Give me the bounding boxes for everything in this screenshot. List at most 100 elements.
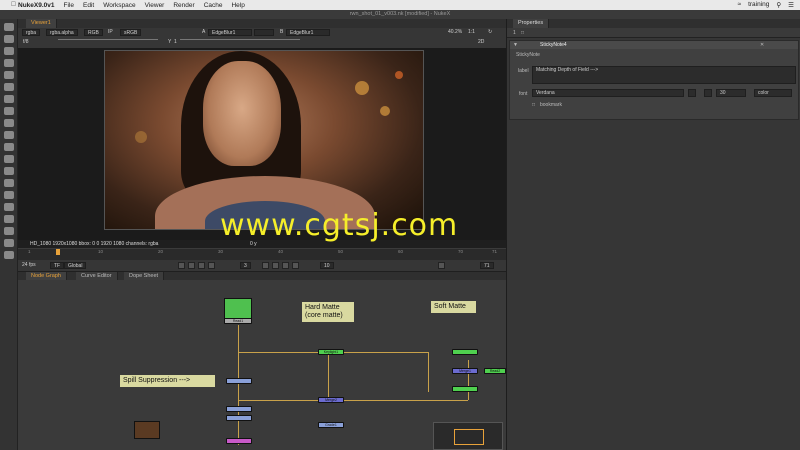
next-frame-button[interactable] — [272, 262, 279, 269]
node-graph-minimap[interactable] — [433, 422, 503, 450]
refresh-icon[interactable]: ↻ — [488, 29, 492, 36]
keyer-tool-icon[interactable] — [3, 95, 14, 103]
3d-tool-icon[interactable] — [3, 131, 14, 139]
apple-icon[interactable]:  — [11, 1, 16, 8]
user-name[interactable]: training — [748, 1, 769, 9]
fps-field[interactable]: 24 fps — [22, 262, 36, 269]
time-tool-icon[interactable] — [3, 47, 14, 55]
end-frame-field[interactable]: 71 — [480, 262, 494, 269]
grade-node[interactable]: Grade1 — [318, 422, 344, 428]
alpha-select[interactable]: rgba.alpha — [46, 29, 78, 36]
section-tab[interactable]: StickyNote — [516, 52, 540, 58]
display-select[interactable]: RGB — [84, 29, 103, 36]
keyer-node[interactable] — [452, 349, 478, 355]
font-select[interactable]: Verdana — [532, 89, 684, 97]
color-node-3[interactable] — [226, 415, 252, 421]
app-name[interactable]: NukeX9.0v1 — [18, 2, 55, 9]
merge-tool-icon[interactable] — [3, 107, 14, 115]
node-name-field[interactable]: StickyNote4 — [540, 42, 567, 48]
range-select[interactable]: Global — [64, 262, 87, 269]
b-input-select[interactable]: EdgeBlur1 — [286, 29, 330, 36]
node-count[interactable]: 1 — [513, 30, 516, 36]
read-node-2[interactable]: Read2 — [484, 368, 506, 374]
menu-file[interactable]: File — [64, 2, 74, 9]
color-button[interactable]: color — [754, 89, 792, 97]
italic-icon[interactable] — [704, 89, 712, 97]
sticky-note-hard-matte[interactable]: Hard Matte (core matte) — [302, 302, 354, 322]
menu-help[interactable]: Help — [231, 2, 244, 9]
playhead[interactable] — [56, 249, 60, 255]
bold-icon[interactable] — [688, 89, 696, 97]
tab-viewer1[interactable]: Viewer1 — [26, 19, 57, 28]
shuffle-node[interactable] — [226, 438, 252, 444]
y-value[interactable]: 1 — [174, 39, 177, 46]
first-frame-button[interactable] — [178, 262, 185, 269]
keyer-node-2[interactable] — [452, 386, 478, 392]
color-node-2[interactable] — [226, 406, 252, 412]
gain-slider[interactable] — [58, 39, 158, 40]
read-node-thumbnail[interactable] — [224, 298, 252, 320]
a-input-select[interactable]: EdgeBlur1 — [208, 29, 252, 36]
frame-counter[interactable]: f/8 — [23, 39, 29, 46]
plugins-tool-icon[interactable] — [3, 239, 14, 247]
view-mode-select[interactable]: 2D — [478, 39, 484, 46]
gear-icon[interactable] — [3, 227, 14, 235]
timeline[interactable]: 1 10 20 30 40 50 60 70 71 — [18, 248, 506, 260]
last-frame-button[interactable] — [292, 262, 299, 269]
menu-viewer[interactable]: Viewer — [145, 2, 165, 9]
menu-cache[interactable]: Cache — [204, 2, 223, 9]
zoom-ratio[interactable]: 1:1 — [468, 29, 475, 36]
merge-node[interactable]: Merge1 — [452, 368, 478, 374]
prev-frame-button[interactable] — [198, 262, 205, 269]
step-field[interactable]: 10 — [320, 262, 334, 269]
transform-tool-icon[interactable] — [3, 119, 14, 127]
zoom-level[interactable]: 40.2% — [448, 29, 462, 36]
menu-edit[interactable]: Edit — [83, 2, 94, 9]
other-tool-icon[interactable] — [3, 179, 14, 187]
lut-select[interactable]: sRGB — [120, 29, 142, 36]
list-icon[interactable]: ☰ — [788, 1, 794, 9]
play-reverse-button[interactable] — [208, 262, 215, 269]
prev-keyframe-button[interactable] — [188, 262, 195, 269]
flipbook-button[interactable] — [438, 262, 445, 269]
read-node-thumbnail-2[interactable] — [134, 421, 160, 439]
filter-tool-icon[interactable] — [3, 83, 14, 91]
image-tool-icon[interactable] — [3, 23, 14, 31]
read-node[interactable]: Read1 — [224, 318, 252, 324]
search-icon[interactable]: ⚲ — [776, 1, 781, 9]
deep-tool-icon[interactable] — [3, 215, 14, 223]
help-tool-icon[interactable] — [3, 251, 14, 259]
font-size-field[interactable]: 30 — [716, 89, 746, 97]
collapse-icon[interactable]: ▼ — [513, 42, 518, 48]
minimap-viewport[interactable] — [454, 429, 484, 445]
views-tool-icon[interactable] — [3, 143, 14, 151]
color-tool-icon[interactable] — [3, 71, 14, 79]
tf-select[interactable]: TF — [50, 262, 65, 269]
merge-node-2[interactable]: Merge2 — [318, 397, 344, 403]
gamma-slider[interactable] — [180, 39, 300, 40]
menu-render[interactable]: Render — [173, 2, 194, 9]
ip-button[interactable]: IP — [108, 29, 113, 36]
sticky-note-spill-suppression[interactable]: Spill Suppression ---> — [120, 375, 215, 387]
wipe-select[interactable] — [254, 29, 274, 36]
channels-select[interactable]: rgba — [22, 29, 41, 36]
lock-icon[interactable]: □ — [521, 30, 524, 36]
label-textarea[interactable]: Matching Depth of Field ---> — [532, 66, 796, 84]
furnace-tool-icon[interactable] — [3, 191, 14, 199]
current-frame-field[interactable]: 3 — [240, 262, 251, 269]
draw-tool-icon[interactable] — [3, 35, 14, 43]
color-node[interactable] — [226, 378, 252, 384]
bookmark-checkbox[interactable]: □ — [532, 102, 535, 108]
keylight-node[interactable]: Keylight1 — [318, 349, 344, 355]
menu-workspace[interactable]: Workspace — [103, 2, 135, 9]
close-icon[interactable]: ✕ — [760, 42, 764, 48]
sticky-note-soft-matte[interactable]: Soft Matte — [431, 301, 476, 313]
particles-tool-icon[interactable] — [3, 203, 14, 211]
channel-tool-icon[interactable] — [3, 59, 14, 67]
next-keyframe-button[interactable] — [282, 262, 289, 269]
wifi-icon[interactable]: ≈ — [738, 1, 742, 9]
toolsets-icon[interactable] — [3, 167, 14, 175]
metadata-tool-icon[interactable] — [3, 155, 14, 163]
node-graph-canvas[interactable]: Read1 Hard Matte (core matte) Soft Matte… — [18, 280, 506, 450]
play-forward-button[interactable] — [262, 262, 269, 269]
